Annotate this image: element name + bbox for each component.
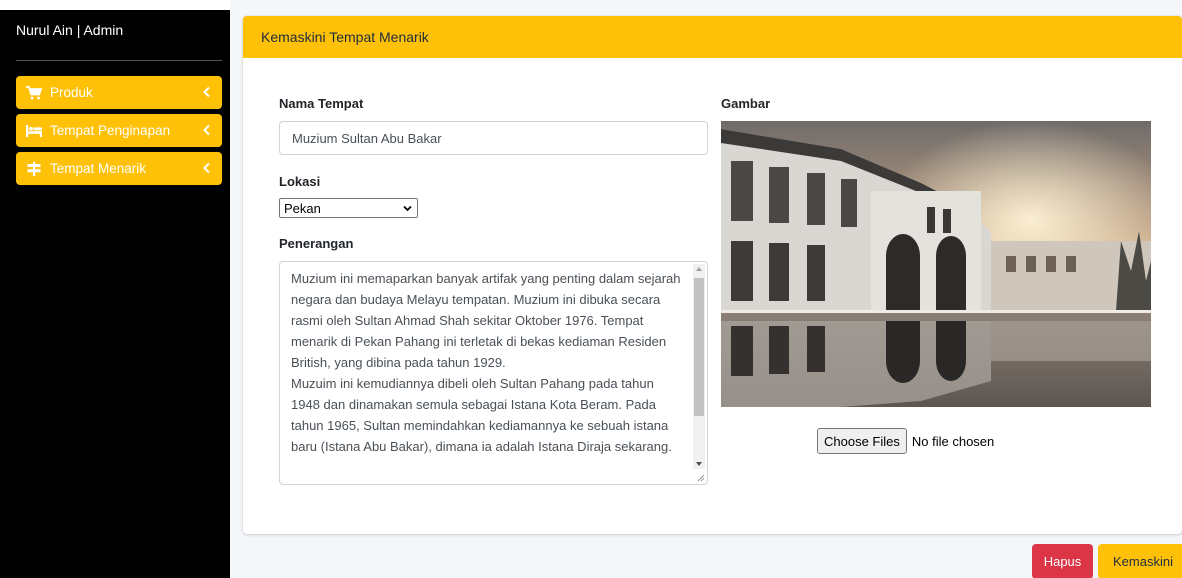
sidebar-item-tempat-menarik[interactable]: Tempat Menarik [16,152,222,185]
signpost-icon [26,161,42,176]
penerangan-label: Penerangan [279,236,354,251]
museum-photo [721,121,1151,407]
card-title: Kemaskini Tempat Menarik [243,16,1182,58]
penerangan-text: Muzium ini memaparkan banyak artifak yan… [291,271,681,454]
gambar-label: Gambar [721,96,771,111]
sidebar-item-label: Tempat Menarik [50,161,147,176]
choose-files-button[interactable]: Choose Files [817,428,907,454]
resize-handle-icon[interactable] [696,473,705,482]
delete-button[interactable]: Hapus [1032,544,1093,578]
lokasi-select[interactable]: Pekan [279,198,418,218]
lokasi-label: Lokasi [279,174,321,189]
file-picker: Choose Files No file chosen [817,428,994,454]
brand-divider [16,60,222,61]
sidebar-top-strip [0,0,230,10]
chevron-left-icon [203,124,210,136]
file-status-text: No file chosen [911,433,995,449]
sidebar: Nurul Ain | Admin Produk Tempat Penginap… [0,0,230,578]
scroll-up-arrow-icon[interactable] [696,267,702,271]
brand-title[interactable]: Nurul Ain | Admin [16,22,123,38]
sidebar-item-tempat-penginapan[interactable]: Tempat Penginapan [16,114,222,147]
update-button[interactable]: Kemaskini [1098,544,1182,578]
sidebar-item-label: Produk [50,85,93,100]
nama-tempat-label: Nama Tempat [279,96,364,111]
sidebar-item-produk[interactable]: Produk [16,76,222,109]
textarea-scrollbar[interactable] [693,264,705,469]
chevron-left-icon [203,162,210,174]
nama-tempat-input[interactable] [279,121,708,155]
cart-icon [26,85,42,100]
chevron-down-icon [403,205,412,212]
penerangan-textarea[interactable]: Muzium ini memaparkan banyak artifak yan… [279,261,708,485]
bed-icon [26,124,42,138]
scroll-thumb[interactable] [694,278,704,416]
chevron-left-icon [203,86,210,98]
sidebar-item-label: Tempat Penginapan [50,123,171,138]
lokasi-selected-value: Pekan [284,200,321,216]
edit-card: Kemaskini Tempat Menarik Nama Tempat Lok… [243,16,1182,534]
content-top-strip [230,0,1182,10]
scroll-down-arrow-icon[interactable] [696,462,702,466]
